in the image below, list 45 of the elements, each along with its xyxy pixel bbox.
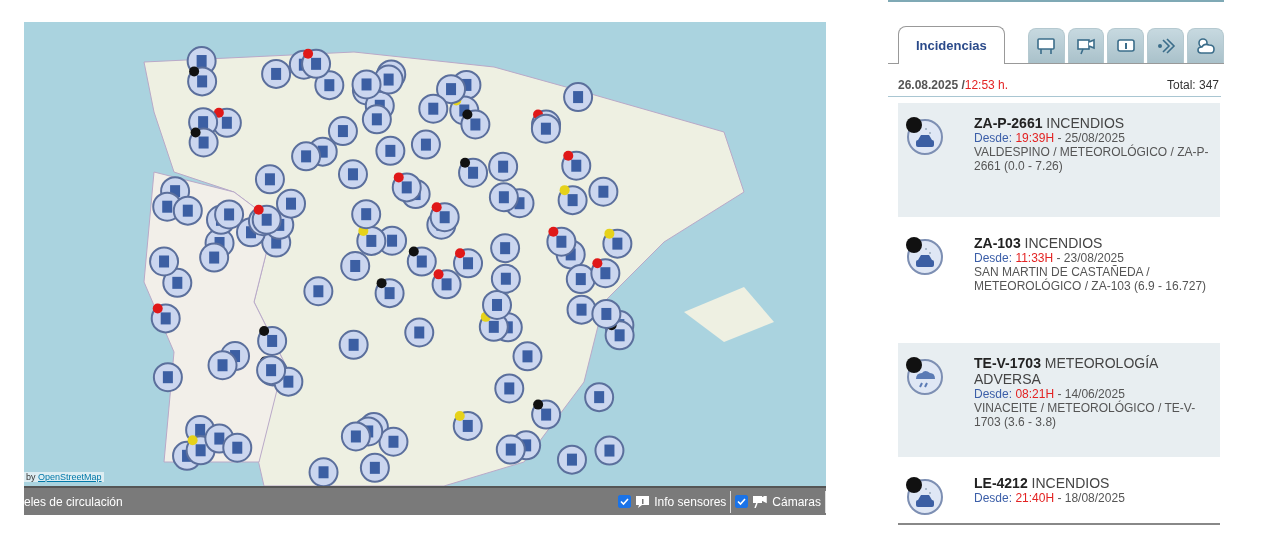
date-text: 26.08.2025 / <box>898 78 965 92</box>
layer-label: eles de circulación <box>24 494 124 509</box>
sign-board-icon <box>1035 35 1058 57</box>
since-date: - 23/08/2025 <box>1055 251 1124 265</box>
since-time: 08:21H <box>1014 387 1055 401</box>
incident-item[interactable]: ZA-P-2661 INCENDIOS Desde: 19:39H - 25/08/2025 VALDESPINO / METEOROLÓGICO / ZA-P-2661 (0.0 - 7.26) <box>898 103 1220 217</box>
since-time: 21:40H <box>1014 491 1055 505</box>
incidents-tab[interactable]: Incidencias <box>898 26 1005 64</box>
total-count: Total: 347 <box>1166 78 1219 92</box>
sun-cloud-icon <box>1194 35 1217 57</box>
incident-item[interactable]: TE-V-1703 METEOROLOGÍA ADVERSA Desde: 08:21H - 14/06/2025 VINACEITE / METEOROLÓGICO / TE-V-1703 (3.6 - 3.8) <box>898 343 1220 457</box>
time-text: 12:53 h. <box>964 78 1009 92</box>
tab[interactable] <box>1147 28 1185 63</box>
incident-title: LE-4212 INCENDIOS <box>974 475 1111 491</box>
since-date: - 14/06/2025 <box>1057 387 1125 401</box>
incident-title: TE-V-1703 METEOROLOGÍA ADVERSA <box>974 355 1159 387</box>
car-icon <box>904 235 944 275</box>
tab[interactable] <box>1027 28 1065 63</box>
since-label: Desde: <box>974 251 1013 265</box>
incident-title: ZA-103 INCENDIOS <box>974 235 1104 251</box>
openstreetmap-link[interactable]: OpenStreetMap <box>38 472 102 482</box>
incident-location: VINACEITE / METEOROLÓGICO / TE-V-1703 (3.6 - 3.8) <box>974 401 1197 429</box>
car-icon <box>904 475 944 515</box>
car-icon <box>904 115 944 155</box>
rain-cloud-icon <box>904 355 944 395</box>
camera-icon <box>753 495 768 508</box>
incident-title: ZA-P-2661 INCENDIOS <box>974 115 1126 131</box>
since-time: 19:39H <box>1014 131 1055 145</box>
map-attribution: by OpenStreetMap <box>24 472 104 482</box>
tab[interactable] <box>1107 28 1145 63</box>
tab[interactable] <box>1067 28 1105 63</box>
since-label: Desde: <box>974 131 1013 145</box>
since-date: - 18/08/2025 <box>1056 491 1125 505</box>
since-label: Desde: <box>974 491 1013 505</box>
since-time: 11:33H <box>1014 251 1054 265</box>
since-label: Desde: <box>974 387 1013 401</box>
incident-location: VALDESPINO / METEOROLÓGICO / ZA-P-2661 (0.0 - 7.26) <box>974 145 1210 173</box>
checkbox[interactable] <box>618 495 632 508</box>
checkbox[interactable] <box>735 495 749 508</box>
tab[interactable] <box>1187 28 1224 63</box>
info-icon <box>636 495 650 508</box>
toggle-label: Cámaras <box>772 494 821 509</box>
toggle-label: Info sensores <box>654 494 727 509</box>
since-date: - 25/08/2025 <box>1056 131 1125 145</box>
incident-location: SAN MARTIN DE CASTAÑEDA / METEOROLÓGICO / ZA-103 (6.9 - 16.727) <box>974 265 1208 293</box>
